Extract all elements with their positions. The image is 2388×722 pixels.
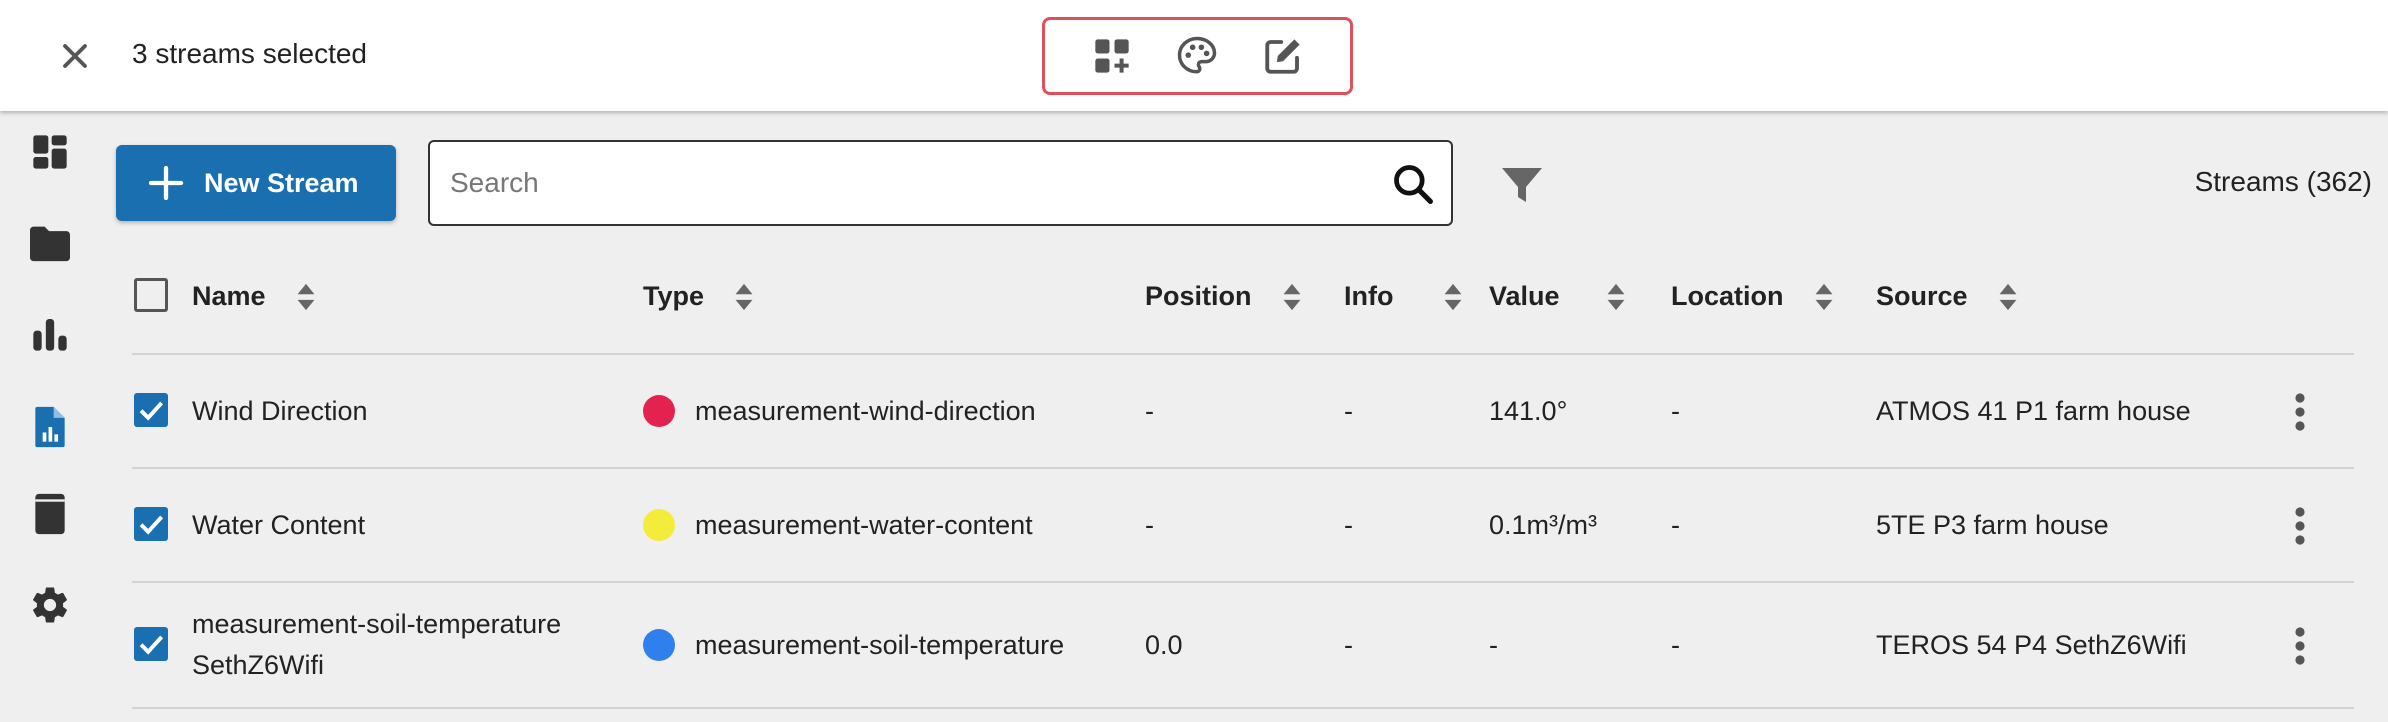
stream-count: Streams (362) [2194,166,2372,197]
row-checkbox[interactable] [134,393,168,427]
search-input[interactable] [450,160,1350,206]
more-vertical-icon [2295,627,2305,665]
row-value: 141.0° [1489,395,1568,426]
close-selection-button[interactable] [50,33,100,79]
row-position: 0.0 [1145,629,1183,660]
row-source-link[interactable]: ATMOS 41 P1 farm house [1876,355,2191,467]
edit-icon [1265,39,1300,74]
row-info: - [1344,629,1353,660]
type-color-dot[interactable] [643,509,675,541]
dashboard-add-icon [1095,39,1129,73]
nav-dashboards[interactable] [24,126,76,178]
new-stream-label: New Stream [204,167,359,198]
row-source-link[interactable]: TEROS 54 P4 SethZ6Wifi [1876,583,2187,707]
sort-icon[interactable] [734,282,754,312]
row-type: measurement-wind-direction [643,355,1036,467]
palette-icon [1178,36,1217,74]
row-menu-button[interactable] [2280,621,2320,671]
sort-icon[interactable] [1282,282,1302,312]
row-position: - [1145,509,1154,540]
check-icon [139,401,164,421]
add-to-dashboard-button[interactable] [1084,28,1140,84]
column-header-info[interactable]: Info [1344,238,1463,355]
sort-icon[interactable] [1606,282,1626,312]
select-all-checkbox[interactable] [134,278,168,312]
table-row[interactable]: Water Content measurement-water-content … [132,469,2354,583]
column-header-name[interactable]: Name [192,238,316,355]
row-checkbox[interactable] [134,627,168,661]
row-type-label: measurement-wind-direction [695,395,1036,426]
column-header-label: Name [192,281,266,311]
row-source-link[interactable]: 5TE P3 farm house [1876,469,2109,581]
column-header-source[interactable]: Source [1876,238,2018,355]
search-icon[interactable] [1391,162,1435,206]
gear-icon [33,587,67,623]
close-icon [63,44,87,68]
check-icon [139,635,164,655]
device-icon [35,493,65,535]
row-menu-button[interactable] [2280,387,2320,437]
row-name: Wind Direction [192,395,368,426]
row-type: measurement-water-content [643,469,1033,581]
column-header-label: Position [1145,281,1252,311]
column-header-label: Location [1671,281,1784,311]
row-type-label: measurement-water-content [695,509,1033,540]
column-header-label: Type [643,281,705,311]
column-header-location[interactable]: Location [1671,238,1834,355]
edit-streams-button[interactable] [1255,28,1311,84]
column-header-type[interactable]: Type [643,238,754,355]
sort-icon[interactable] [296,282,316,312]
table-header: Name Type Position Info Value Location S… [132,238,2354,355]
plus-icon [148,165,184,201]
row-checkbox[interactable] [134,507,168,541]
column-header-position[interactable]: Position [1145,238,1302,355]
row-info: - [1344,395,1353,426]
table-row[interactable]: Wind Direction measurement-wind-directio… [132,355,2354,469]
row-name-line: SethZ6Wifi [192,650,325,680]
bar-chart-icon [33,319,67,351]
change-color-button[interactable] [1169,28,1225,84]
table-row[interactable]: measurement-soil-temperature SethZ6Wifi … [132,583,2354,709]
dashboard-icon [33,135,67,169]
row-value: - [1489,629,1498,660]
column-header-label: Value [1489,281,1560,311]
type-color-dot[interactable] [643,629,675,661]
row-location: - [1671,395,1680,426]
nav-settings[interactable] [24,579,76,631]
sort-icon[interactable] [1998,282,2018,312]
row-type-label: measurement-soil-temperature [695,629,1065,660]
check-icon [139,515,164,535]
column-header-value[interactable]: Value [1489,238,1626,355]
row-info: - [1344,509,1353,540]
stream-file-icon [35,406,65,448]
nav-streams[interactable] [24,401,76,453]
column-header-label: Source [1876,281,1968,311]
nav-folders[interactable] [24,217,76,269]
side-navigation [0,111,100,722]
sort-icon[interactable] [1814,282,1834,312]
nav-analytics[interactable] [24,308,76,360]
row-type: measurement-soil-temperature [643,583,1064,707]
row-menu-button[interactable] [2280,501,2320,551]
row-name: measurement-soil-temperature SethZ6Wifi [192,583,561,707]
selection-count-text: 3 streams selected [132,38,367,69]
new-stream-button[interactable]: New Stream [116,145,396,221]
row-name-line: measurement-soil-temperature [192,609,562,639]
sort-icon[interactable] [1443,282,1463,312]
search-box [428,140,1453,226]
row-location: - [1671,629,1680,660]
filter-icon[interactable] [1497,160,1547,208]
column-header-label: Info [1344,281,1394,311]
selection-bar: 3 streams selected [0,0,2388,111]
bulk-action-group [1042,17,1353,95]
more-vertical-icon [2295,507,2305,545]
more-vertical-icon [2295,393,2305,431]
type-color-dot[interactable] [643,395,675,427]
row-location: - [1671,509,1680,540]
nav-devices[interactable] [24,488,76,540]
row-name: Water Content [192,509,366,540]
folder-icon [30,226,70,262]
row-position: - [1145,395,1154,426]
row-value: 0.1m³/m³ [1489,509,1597,540]
